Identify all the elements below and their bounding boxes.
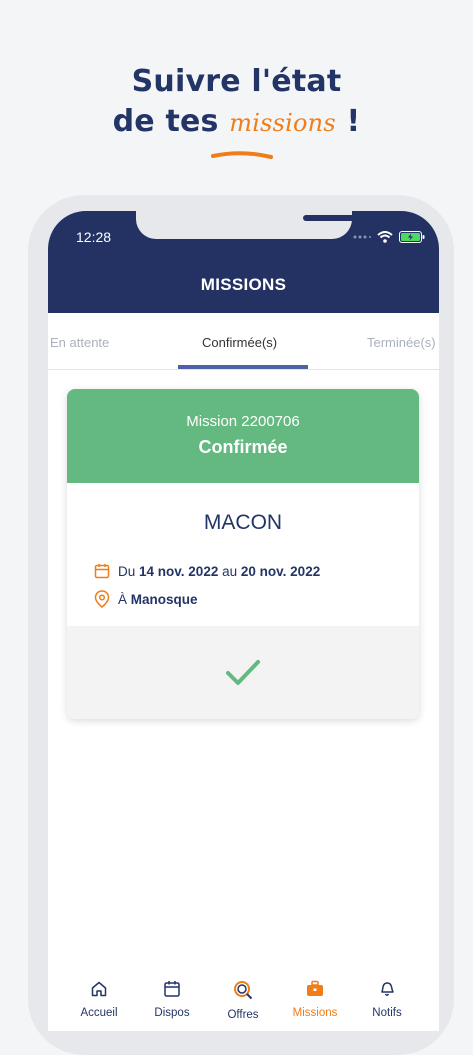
date-mid: au — [222, 563, 238, 579]
active-tab-indicator — [178, 365, 308, 369]
nav-label-dispos: Dispos — [154, 1007, 190, 1019]
nav-accueil[interactable]: Accueil — [64, 980, 134, 1019]
nav-missions[interactable]: Missions — [280, 980, 350, 1019]
bottom-nav: Accueil Dispos Offres Missions Notifs — [48, 970, 439, 1024]
mission-dates: Du 14 nov. 2022 au 20 nov. 2022 — [94, 563, 320, 579]
promo-headline: Suivre l'état de tes missions ! — [0, 62, 473, 143]
search-icon — [234, 981, 253, 1000]
status-time: 12:28 — [76, 229, 112, 245]
promo-line-2: de tes missions ! — [0, 102, 473, 143]
tab-en-attente[interactable]: En attente — [50, 335, 109, 350]
location-name: Manosque — [130, 591, 198, 607]
nav-label-offres: Offres — [227, 1009, 259, 1021]
date-start: 14 nov. 2022 — [139, 563, 219, 579]
promo-line-1: Suivre l'état — [131, 64, 342, 99]
nav-label-accueil: Accueil — [80, 1007, 118, 1019]
phone-notch — [136, 211, 381, 239]
wifi-icon — [377, 231, 393, 243]
nav-dispos[interactable]: Dispos — [137, 980, 207, 1019]
status-icons — [353, 231, 425, 243]
checkmark-icon — [226, 660, 260, 685]
bell-icon — [381, 982, 394, 996]
promo-line-2-suffix: ! — [346, 104, 361, 139]
mission-number: Mission 2200706 — [186, 413, 300, 430]
home-icon — [91, 981, 107, 997]
calendar-icon — [164, 981, 180, 997]
battery-icon — [399, 231, 425, 243]
tab-terminees[interactable]: Terminée(s) — [367, 335, 436, 350]
nav-label-notifs: Notifs — [372, 1007, 402, 1019]
signal-icon — [353, 235, 371, 239]
accent-underline — [211, 151, 273, 159]
camera — [370, 212, 381, 223]
calendar-icon — [94, 564, 110, 579]
briefcase-icon — [307, 980, 323, 996]
nav-offres[interactable]: Offres — [208, 980, 278, 1021]
nav-notifs[interactable]: Notifs — [352, 980, 422, 1019]
mission-job-title: MACON — [203, 511, 283, 534]
tab-confirmees[interactable]: Confirmée(s) — [202, 335, 277, 350]
mission-card-header: Mission 2200706 Confirmée — [67, 389, 419, 483]
promo-accent-word: missions — [229, 109, 336, 137]
nav-label-missions: Missions — [292, 1007, 338, 1019]
date-end: 20 nov. 2022 — [240, 563, 321, 579]
app-screen: 12:28 MISSIONS En attente Confirmée(s) T… — [48, 211, 439, 1031]
mission-tabs: En attente Confirmée(s) Terminée(s) — [48, 313, 439, 370]
screen-title: MISSIONS — [200, 275, 287, 294]
location-pin-icon — [94, 590, 110, 608]
date-prefix: Du — [118, 563, 136, 579]
location-prefix: À — [118, 591, 128, 607]
speaker — [303, 215, 359, 221]
mission-location: À Manosque — [94, 590, 198, 608]
mission-card[interactable]: Mission 2200706 Confirmée MACON Du 14 no… — [67, 389, 419, 719]
mission-card-footer — [67, 626, 419, 719]
mission-status: Confirmée — [198, 437, 288, 457]
app-header: 12:28 MISSIONS — [48, 211, 439, 313]
promo-line-2-prefix: de tes — [112, 104, 219, 139]
